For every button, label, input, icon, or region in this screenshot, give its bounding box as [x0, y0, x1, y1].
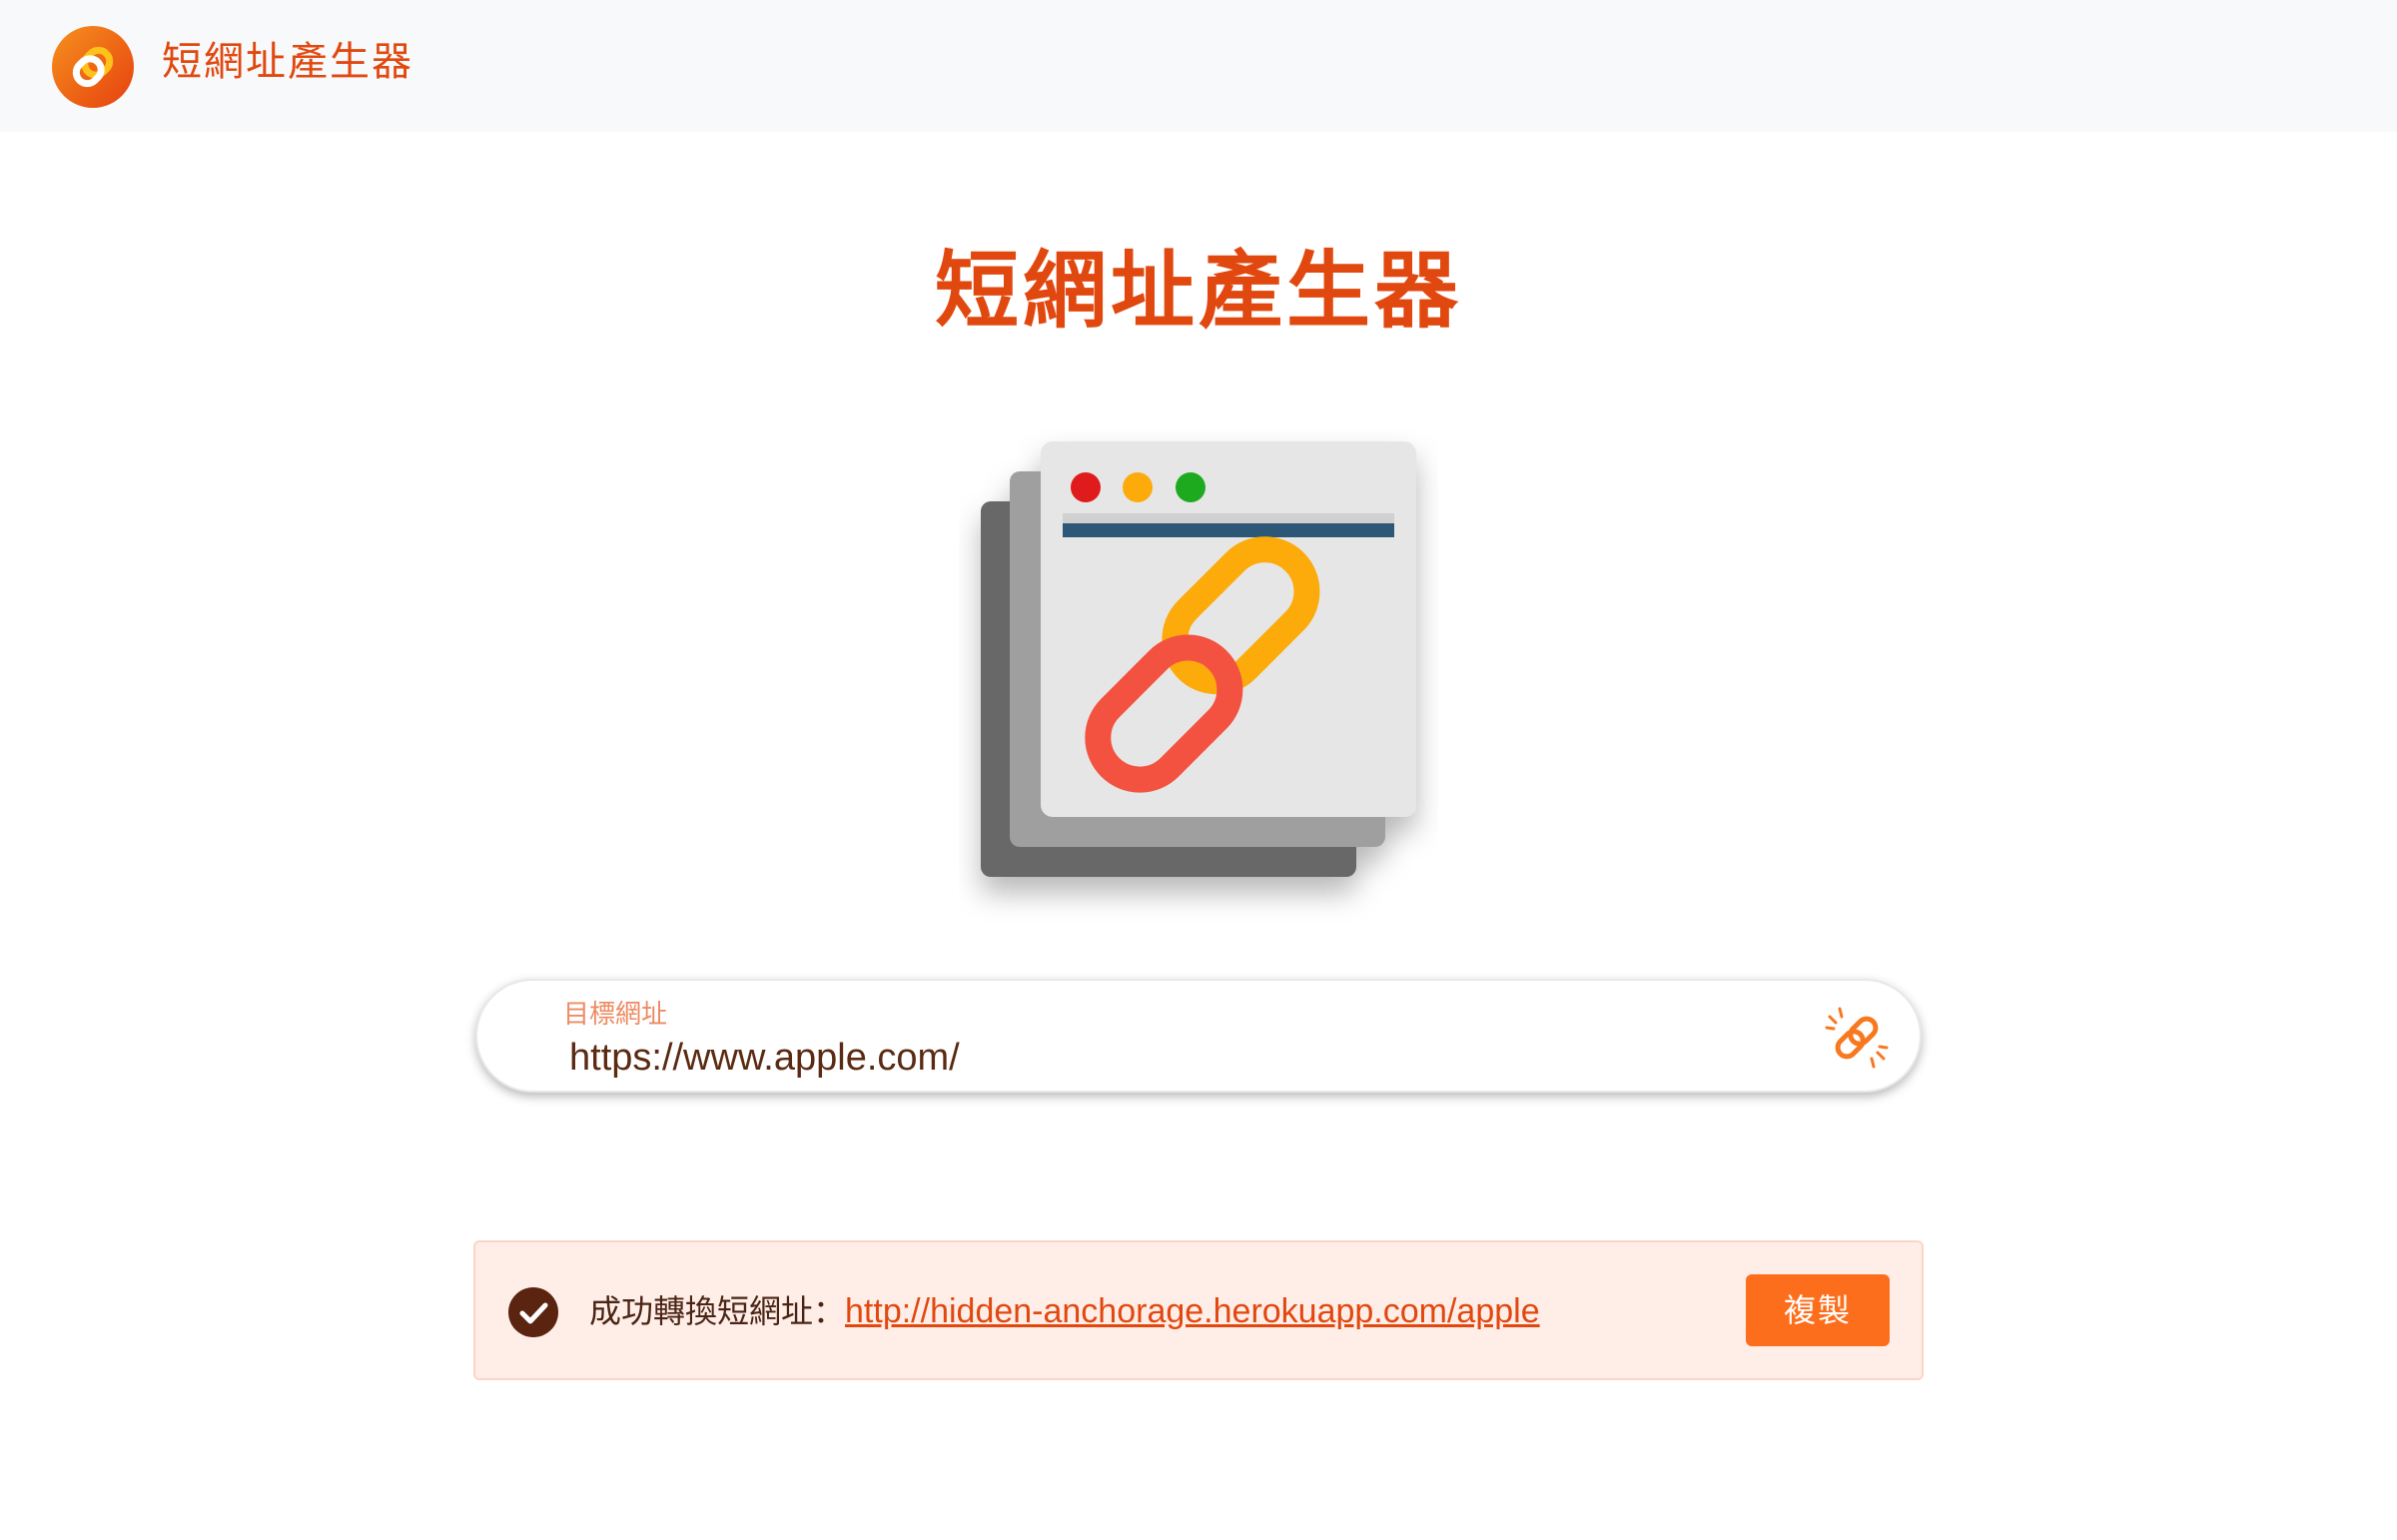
url-form: 目標網址	[475, 979, 1922, 1093]
alert-message-text: 成功轉換短網址：	[589, 1292, 846, 1330]
copy-button[interactable]: 複製	[1746, 1274, 1890, 1346]
broken-link-icon[interactable]	[1822, 1003, 1892, 1073]
url-input[interactable]	[569, 1033, 1668, 1083]
page-title: 短網址產生器	[934, 242, 1462, 340]
check-circle-icon	[508, 1287, 558, 1337]
short-url-link[interactable]: http://hidden-anchorage.herokuapp.com/ap…	[845, 1292, 1540, 1330]
alert-message: 成功轉換短網址：http://hidden-anchorage.herokuap…	[589, 1288, 1540, 1334]
success-alert: 成功轉換短網址：http://hidden-anchorage.herokuap…	[473, 1240, 1924, 1380]
chain-link-logo-icon[interactable]	[52, 26, 134, 108]
url-field-label: 目標網址	[563, 1000, 668, 1030]
navbar: 短網址產生器	[0, 0, 2397, 132]
navbar-brand[interactable]: 短網址產生器	[162, 34, 413, 90]
browser-windows-link-illustration	[981, 441, 1416, 877]
